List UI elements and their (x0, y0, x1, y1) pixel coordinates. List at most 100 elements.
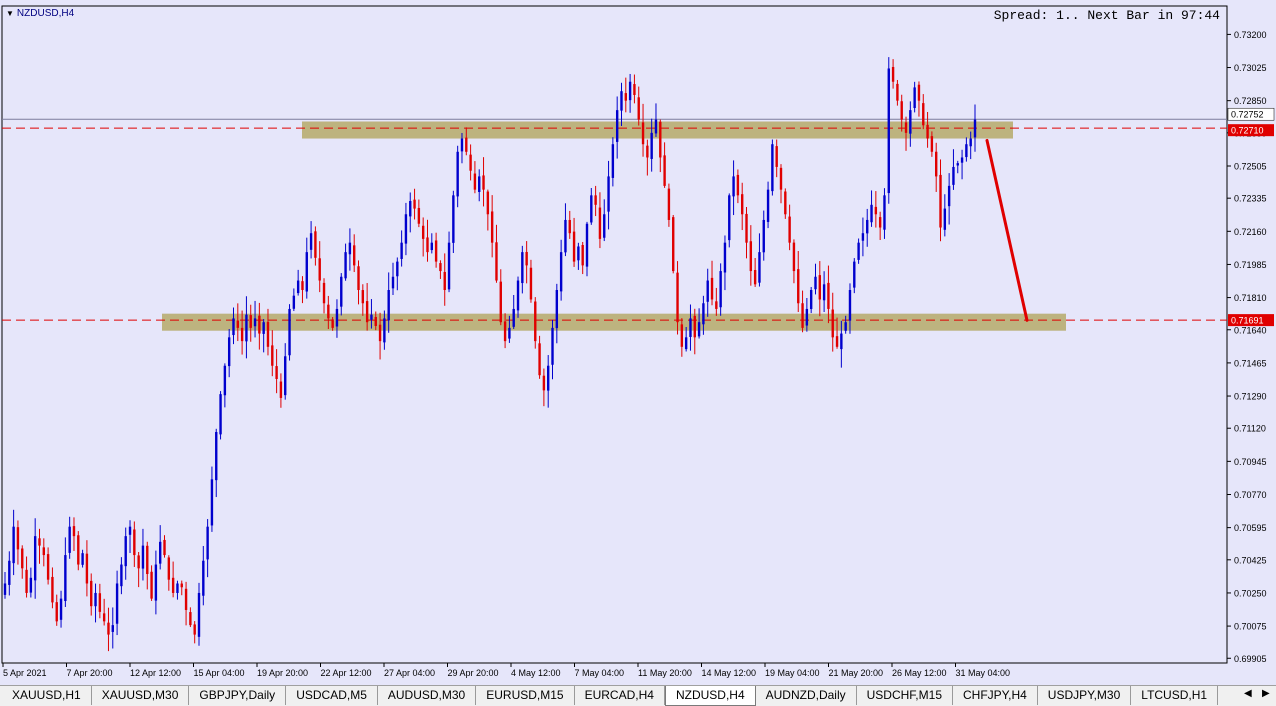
projection-arrow[interactable] (985, 138, 1029, 322)
candle-body (322, 282, 326, 304)
candle-body (667, 188, 671, 220)
candle-body (749, 241, 753, 272)
tab-list: XAUUSD,H1 XAUUSD,M30 GBPJPY,Daily USDCAD,M5… (2, 686, 1219, 706)
candle-body (939, 174, 942, 228)
y-tick-label: 0.70425 (1234, 555, 1267, 565)
candle-body (581, 244, 584, 266)
x-tick-label: 15 Apr 04:00 (194, 668, 245, 678)
candle-body (309, 233, 313, 250)
candle-body (719, 271, 722, 308)
candle-body (637, 97, 640, 120)
tab-usdchf-m15[interactable]: USDCHF,M15 (857, 686, 953, 705)
candle-body (659, 121, 662, 158)
candle-body (818, 275, 821, 300)
candle-body (809, 290, 813, 310)
tab-eurusd-m15[interactable]: EURUSD,M15 (476, 686, 575, 705)
candle-body (922, 103, 925, 126)
candle-body (706, 280, 709, 302)
candle-body (745, 213, 748, 243)
candle-body (189, 612, 192, 626)
dropdown-triangle-icon[interactable]: ▼ (6, 9, 14, 18)
candle-body (969, 138, 972, 147)
x-tick-label: 4 May 12:00 (511, 668, 561, 678)
candle-body (344, 252, 347, 279)
candle-body (913, 87, 916, 109)
candle-body (878, 217, 882, 228)
candle-body (33, 536, 37, 581)
candle-body (844, 322, 847, 331)
candle-body (684, 337, 688, 350)
tab-audusd-m30[interactable]: AUDUSD,M30 (378, 686, 477, 705)
candle-body (542, 375, 546, 391)
candle-body (792, 242, 796, 272)
candle-body (98, 593, 102, 612)
candle-body (154, 564, 158, 601)
candle-body (486, 191, 490, 215)
candle-body (12, 526, 15, 564)
scroll-right-icon[interactable]: ▶ (1262, 688, 1270, 699)
candle-body (353, 245, 356, 266)
y-tick-label: 0.71985 (1234, 260, 1267, 270)
candle-body (227, 337, 231, 367)
x-tick-label: 19 May 04:00 (765, 668, 820, 678)
scroll-left-icon[interactable]: ◀ (1244, 688, 1252, 699)
candle-body (615, 110, 619, 142)
candle-body (900, 101, 903, 120)
candle-body (81, 553, 84, 565)
y-tick-label: 0.71810 (1234, 293, 1267, 303)
y-tick-label: 0.71640 (1234, 325, 1267, 335)
candle-body (762, 219, 765, 253)
tab-nzdusd-h4[interactable]: NZDUSD,H4 (664, 686, 756, 706)
tab-ltcusd-h1[interactable]: LTCUSD,H1 (1131, 686, 1219, 705)
candle-body (771, 144, 774, 192)
candlestick-chart[interactable]: 0.732000.730250.728500.726800.725050.723… (0, 0, 1276, 685)
tab-chfjpy-h4[interactable]: CHFJPY,H4 (953, 686, 1038, 705)
tab-usdjpy-m30[interactable]: USDJPY,M30 (1038, 686, 1132, 705)
candle-body (521, 252, 524, 284)
candle-body (866, 219, 869, 234)
candle-body (490, 211, 494, 243)
candle-body (51, 576, 54, 603)
candle-body (296, 280, 300, 294)
y-tick-label: 0.71465 (1234, 358, 1267, 368)
candle-body (822, 284, 826, 301)
candle-body (85, 553, 89, 584)
candle-body (633, 84, 636, 95)
candle-body (55, 602, 58, 622)
candle-body (831, 309, 834, 338)
tab-eurcad-h4[interactable]: EURCAD,H4 (575, 686, 665, 705)
x-tick-label: 11 May 20:00 (638, 668, 692, 678)
tab-xauusd-h1[interactable]: XAUUSD,H1 (2, 686, 92, 705)
candle-body (266, 321, 270, 347)
y-tick-label: 0.72160 (1234, 227, 1267, 237)
candle-body (215, 432, 218, 481)
y-tick-label: 0.70595 (1234, 523, 1267, 533)
candle-body (935, 151, 938, 177)
candle-body (598, 207, 602, 239)
candle-body (284, 356, 287, 396)
tab-xauusd-m30[interactable]: XAUUSD,M30 (92, 686, 190, 705)
candle-body (534, 301, 537, 342)
candle-body (611, 144, 615, 178)
candle-body (318, 258, 321, 281)
candle-body (374, 316, 377, 326)
candle-body (120, 564, 123, 587)
tab-audnzd-daily[interactable]: AUDNZD,Daily (756, 686, 857, 705)
tab-gbpjpy-daily[interactable]: GBPJPY,Daily (189, 686, 287, 705)
x-tick-label: 21 May 20:00 (829, 668, 884, 678)
tab-usdcad-m5[interactable]: USDCAD,M5 (286, 686, 378, 705)
y-tick-label: 0.70945 (1234, 457, 1267, 467)
candle-body (240, 327, 244, 342)
price-label: 0.72710 (1231, 126, 1264, 136)
chart-window[interactable]: 0.732000.730250.728500.726800.725050.723… (0, 0, 1276, 685)
x-tick-label: 7 Apr 20:00 (67, 668, 113, 678)
candle-body (102, 613, 106, 622)
candle-body (680, 324, 684, 347)
candle-body (434, 240, 438, 262)
candle-body (21, 548, 24, 569)
candle-body (628, 81, 632, 101)
candle-body (146, 545, 149, 575)
candle-body (219, 394, 222, 435)
candle-body (94, 592, 97, 607)
candle-body (249, 315, 252, 328)
